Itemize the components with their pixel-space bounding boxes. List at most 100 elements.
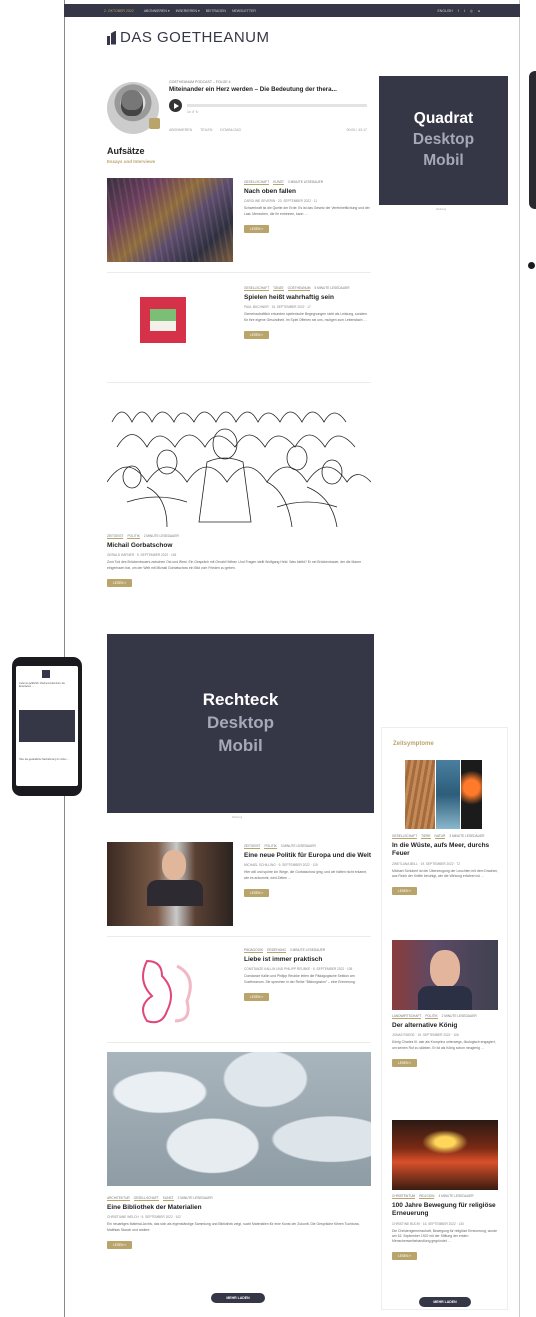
nav-beitragen[interactable]: BEITRAGEN xyxy=(206,9,226,13)
sidebar-image-king[interactable] xyxy=(392,940,498,1010)
article-tag[interactable]: POLITIK xyxy=(127,534,140,539)
facebook-icon[interactable]: f xyxy=(458,9,459,13)
divider xyxy=(107,1042,371,1043)
article-tag[interactable]: POLITIK xyxy=(264,844,277,849)
article-tag[interactable]: CHRISTENTUM xyxy=(392,1194,416,1199)
article-tag[interactable]: POLITIK xyxy=(425,1014,438,1019)
podcast-badge-icon xyxy=(149,118,160,129)
read-more-button[interactable]: LESEN » xyxy=(392,887,418,896)
site-logo[interactable]: DAS GOETHEANUM xyxy=(107,29,270,46)
ad-square[interactable]: Quadrat Desktop Mobil xyxy=(379,76,508,205)
article-tag[interactable]: TÄNZE xyxy=(273,286,284,291)
article-card: ZEITGEIST POLITIK 3 MINUTE LESEDAUER Ein… xyxy=(244,844,371,899)
sketch-drawing xyxy=(107,411,371,528)
portrait-suit xyxy=(147,880,203,906)
sidebar-load-more-button[interactable]: MEHR LADEN xyxy=(419,1297,471,1307)
article-tag[interactable]: PÄDAGOGIK xyxy=(244,948,264,953)
article-tag[interactable]: GESELLSCHAFT xyxy=(133,1196,159,1201)
read-more-button[interactable]: LESEN » xyxy=(392,1058,418,1067)
article-tag[interactable]: KUNST xyxy=(273,180,284,185)
podcast-share-link[interactable]: TEILEN xyxy=(200,128,212,132)
article-title[interactable]: Liebe ist immer praktisch xyxy=(244,956,371,964)
twitter-icon[interactable]: t xyxy=(464,9,465,13)
read-time: 2 MINUTE LESEDAUER xyxy=(143,534,179,538)
article-tag[interactable]: GESELLSCHAFT xyxy=(392,834,418,839)
article-tag[interactable]: TIERE xyxy=(421,834,431,839)
article-title[interactable]: Der alternative König xyxy=(392,1022,500,1030)
card-fire xyxy=(461,760,482,829)
sidebar-image-ritual[interactable] xyxy=(392,1120,498,1190)
article-title[interactable]: 100 Jahre Bewegung für religiöse Erneuer… xyxy=(392,1202,500,1219)
article-title[interactable]: Eine Bibliothek der Materialien xyxy=(107,1204,371,1212)
article-title[interactable]: Michail Gorbatschow xyxy=(107,542,371,550)
article-image-butterfly[interactable] xyxy=(107,946,233,1030)
phone-logo-icon xyxy=(42,670,50,678)
ad-square-line2: Desktop xyxy=(412,131,475,149)
article-meta: CAROLINE SEVERIN · 23. SEPTEMBER 2022 · … xyxy=(244,199,318,204)
read-more-button[interactable]: LESEN » xyxy=(244,224,270,233)
sidebar-card: CHRISTENTUM RELIGION 4 MINUTE LESEDAUER … xyxy=(392,1194,500,1262)
podcast-player: GOETHEANUM PODCAST – FOLGE 4 Miteinander… xyxy=(107,76,371,140)
read-time: 4 MINUTE LESEDAUER xyxy=(438,1194,474,1198)
article-excerpt: Zum Tod des Brückenbauers zwischen Ost u… xyxy=(107,560,362,570)
read-more-button[interactable]: LESEN » xyxy=(244,888,270,897)
youtube-icon[interactable]: ● xyxy=(478,9,480,13)
article-image-gorbatschow[interactable] xyxy=(107,842,233,926)
article-image-painting[interactable] xyxy=(107,178,233,262)
article-tag[interactable]: GOETHEANUM xyxy=(287,286,311,291)
podcast-title[interactable]: Miteinander ein Herz werden – Die Bedeut… xyxy=(169,86,337,93)
read-more-button[interactable]: LESEN » xyxy=(107,578,133,587)
read-time: 3 MINUTE LESEDAUER xyxy=(280,844,316,848)
square-inner-light xyxy=(150,321,176,331)
article-tag[interactable]: RELIGION xyxy=(419,1194,435,1199)
article-title[interactable]: Nach oben fallen xyxy=(244,188,371,196)
article-title[interactable]: Eine neue Politik für Europa und die Wel… xyxy=(244,852,371,860)
article-tags: CHRISTENTUM RELIGION 4 MINUTE LESEDAUER xyxy=(392,1194,500,1199)
podcast-subscribe-link[interactable]: ABONNIEREN xyxy=(169,128,192,132)
article-tag[interactable]: NATUR xyxy=(434,834,446,839)
article-title[interactable]: In die Wüste, aufs Meer, durchs Feuer xyxy=(392,842,500,859)
article-tag[interactable]: GESELLSCHAFT xyxy=(244,286,270,291)
read-time: 3 MINUTE LESEDAUER xyxy=(449,834,485,838)
article-image-square[interactable] xyxy=(107,285,233,369)
article-tag[interactable]: KUNST xyxy=(162,1196,174,1201)
sidebar-card: LANDWIRTSCHAFT POLITIK 2 MINUTE LESEDAUE… xyxy=(392,1014,500,1069)
article-tag[interactable]: LANDWIRTSCHAFT xyxy=(392,1014,422,1019)
podcast-controls[interactable]: 1x ↺ ↻ xyxy=(187,110,199,114)
square-inner-green xyxy=(150,309,176,321)
article-meta: MICHAEL SCHILLING · 9. SEPTEMBER 2022 · … xyxy=(244,863,318,868)
nav-inserieren[interactable]: INSERIEREN ▾ xyxy=(176,9,200,13)
play-button[interactable] xyxy=(169,99,182,112)
article-title[interactable]: Spielen heißt wahrhaftig sein xyxy=(244,294,371,302)
logo-mark-icon xyxy=(107,31,116,45)
nav-newsletter[interactable]: NEWSLETTER xyxy=(232,9,256,13)
article-image-fabric[interactable] xyxy=(107,1052,371,1186)
article-card: PÄDAGOGIK ERZIEHUNG 3 MINUTE LESEDAUER L… xyxy=(244,948,371,1003)
article-tag[interactable]: ZEITGEIST xyxy=(244,844,261,849)
read-more-button[interactable]: LESEN » xyxy=(392,1252,418,1261)
logo-text: DAS GOETHEANUM xyxy=(120,29,270,46)
nav-abonnieren[interactable]: ABONNIEREN ▾ xyxy=(144,9,170,13)
article-card: ZEITGEIST POLITIK 2 MINUTE LESEDAUER Mic… xyxy=(107,534,371,589)
article-meta: GERALD HÄFNER · 9. SEPTEMBER 2022 · 145 xyxy=(107,553,177,558)
lang-switch[interactable]: ENGLISH xyxy=(437,9,452,13)
article-excerpt: Ein neuartiges Material-Archiv, das sich… xyxy=(107,1222,360,1232)
podcast-download-link[interactable]: DOWNLOAD xyxy=(220,128,241,132)
article-tag[interactable]: GESELLSCHAFT xyxy=(244,180,270,185)
podcast-progress-bar[interactable] xyxy=(187,104,367,107)
article-excerpt: Schwerkraft ist die Quelle der Erde: Es … xyxy=(244,206,370,216)
article-meta: CHRISTINE BÜCHI · 16. SEPTEMBER 2022 · 1… xyxy=(392,1221,464,1226)
article-image-sketch[interactable] xyxy=(107,392,371,528)
card-water xyxy=(436,760,460,829)
ad-rectangle[interactable]: Rechteck Desktop Mobil xyxy=(107,634,374,813)
load-more-button[interactable]: MEHR LADEN xyxy=(211,1293,265,1303)
read-more-button[interactable]: LESEN » xyxy=(244,992,270,1001)
read-more-button[interactable]: LESEN » xyxy=(244,330,270,339)
instagram-icon[interactable]: ◎ xyxy=(470,9,473,13)
article-tag[interactable]: ZEITGEIST xyxy=(107,534,124,539)
read-more-button[interactable]: LESEN » xyxy=(107,1240,133,1249)
sidebar-image-elements[interactable] xyxy=(405,760,482,829)
article-tag[interactable]: ARCHITEKTUR xyxy=(107,1196,130,1201)
article-tag[interactable]: ERZIEHUNG xyxy=(267,948,286,953)
phone-screen: Liebe ist gefährlich: Rachenmutternheit,… xyxy=(16,666,78,786)
